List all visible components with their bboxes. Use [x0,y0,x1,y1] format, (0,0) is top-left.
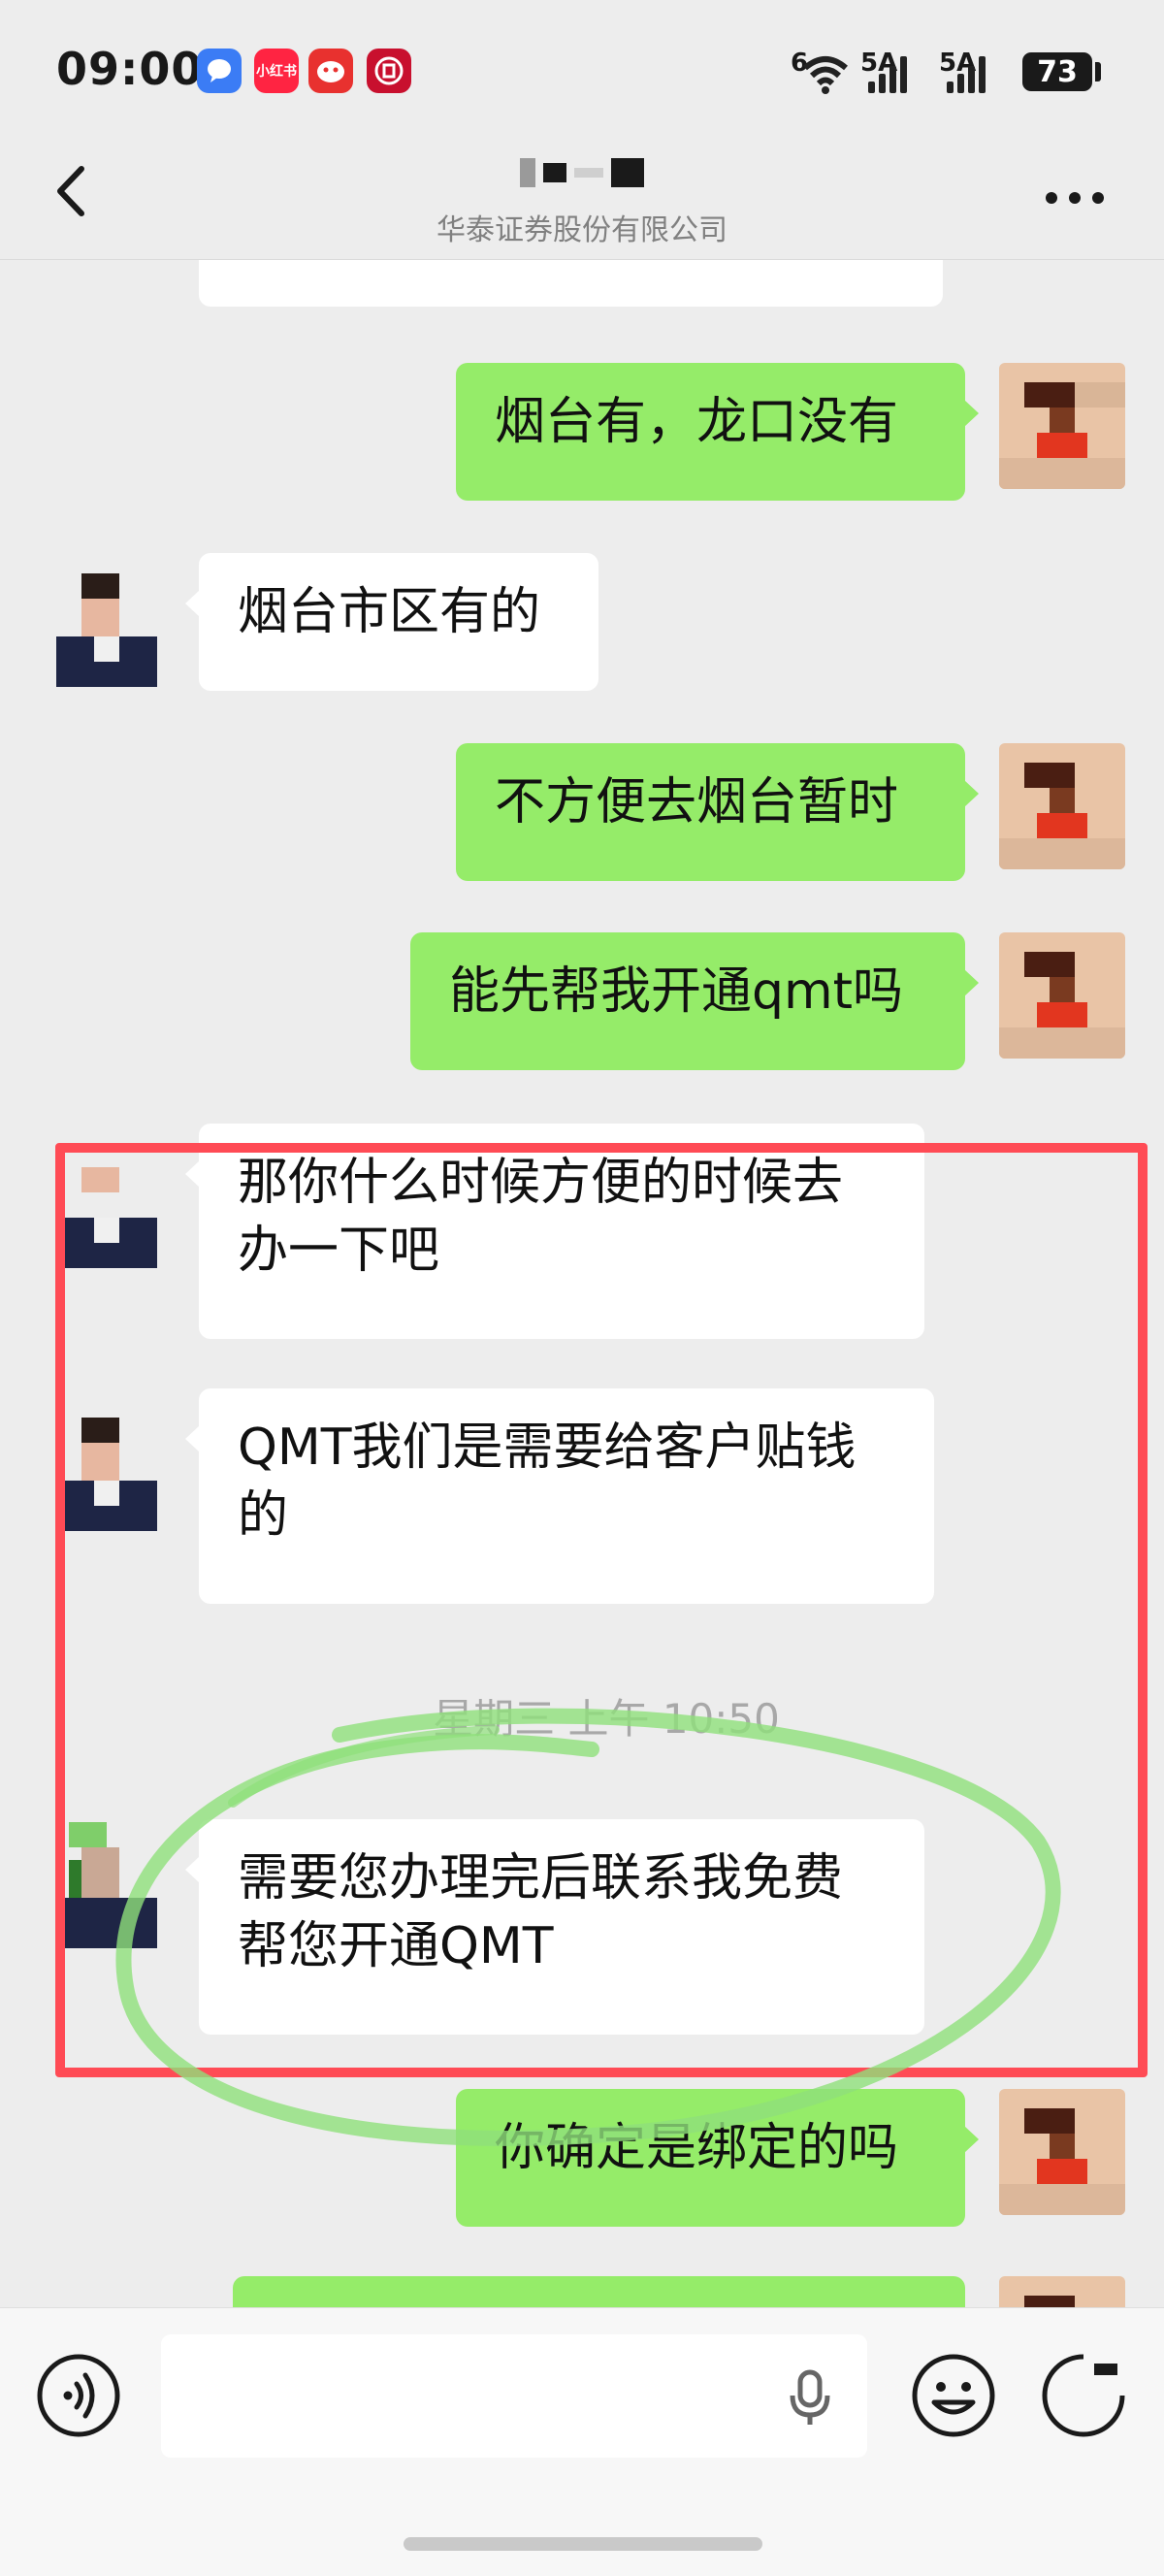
more-dots-icon[interactable] [1042,182,1110,212]
message-text: 烟台市区有的 [238,583,541,641]
message-input[interactable] [161,2334,867,2458]
my-avatar[interactable] [999,932,1125,1059]
signal-icon [868,54,915,93]
message-bubble-outgoing[interactable]: 不方便去烟台暂时 [456,743,979,881]
signal-icon [947,54,993,93]
message-text: 不方便去烟台暂时 [495,773,899,831]
voice-icon[interactable] [35,2352,122,2439]
assistant-app-icon [308,49,353,93]
battery-tip [1095,62,1101,82]
home-indicator[interactable] [404,2537,762,2551]
message-text: 烟台有，龙口没有 [495,393,899,451]
contact-company: 华泰证券股份有限公司 [436,213,728,247]
xiaohongshu-icon-label: 小红书 [256,64,297,80]
emoji-icon[interactable] [910,2352,997,2439]
chat-messages[interactable]: 烟台有，龙口没有 烟台市区有的 不方便去烟台暂时 能先帮我开通qmt吗 那你什么… [0,260,1164,2307]
contact-name-redacted[interactable] [485,146,679,200]
message-bubble-incoming[interactable] [199,260,943,307]
wifi-icon [801,52,850,95]
message-bubble-outgoing[interactable] [233,2276,965,2307]
battery-icon: 73 [1022,52,1092,91]
xiaohongshu-icon: 小红书 [254,49,299,93]
message-app-icon [197,49,242,93]
battery-level: 73 [1037,54,1078,89]
status-time: 09:00 [56,43,204,95]
plus-icon[interactable] [1040,2352,1127,2439]
status-bar: 09:00 小红书 6 5A 5A 73 [0,0,1164,146]
my-avatar[interactable] [999,2276,1125,2307]
chat-header: 华泰证券股份有限公司 [0,146,1164,260]
mic-icon[interactable] [786,2368,834,2427]
my-avatar[interactable] [999,363,1125,489]
input-bar [0,2307,1164,2576]
message-bubble-incoming[interactable]: 烟台市区有的 [185,553,598,691]
bank-app-icon [367,49,411,93]
highlight-circle-annotation [115,1708,1061,2146]
message-bubble-outgoing[interactable]: 能先帮我开通qmt吗 [410,932,979,1070]
message-text: 能先帮我开通qmt吗 [449,962,904,1021]
sender-avatar[interactable] [44,561,170,687]
my-avatar[interactable] [999,743,1125,869]
message-bubble-outgoing[interactable]: 烟台有，龙口没有 [456,363,979,501]
